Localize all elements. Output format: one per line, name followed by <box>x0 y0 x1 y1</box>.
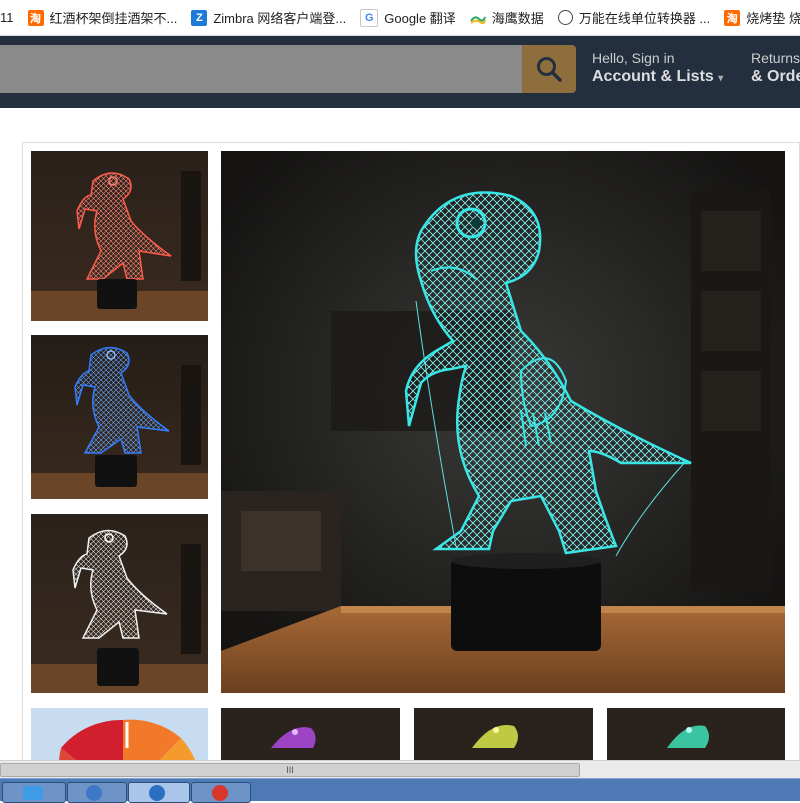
scrollbar-grip: III <box>286 765 294 775</box>
gallery-thumbnail-color-wheel[interactable] <box>31 708 208 760</box>
account-lists-row: Account & Lists ▾ <box>592 67 723 89</box>
bookmark-item[interactable]: G Google 翻译 <box>354 0 464 35</box>
gallery-thumbnail-purple[interactable] <box>221 708 400 760</box>
search-icon <box>537 57 562 82</box>
returns-line2: & Orders <box>751 68 800 85</box>
account-greeting: Hello, Sign in <box>592 50 675 66</box>
google-translate-icon: G <box>360 8 379 27</box>
account-label: Account & Lists <box>592 68 714 85</box>
bookmark-label: 海鹰数据 <box>491 11 544 26</box>
gallery-thumbnail-teal[interactable] <box>607 708 785 760</box>
taobao-icon: 淘 <box>27 9 44 26</box>
caret-down-icon: ▾ <box>718 73 724 84</box>
search-input[interactable] <box>0 45 522 93</box>
gallery-thumbnail-yellow[interactable] <box>414 708 593 760</box>
bookmark-item[interactable]: 海鹰数据 <box>464 0 552 35</box>
bookmark-item[interactable]: 11 <box>0 0 22 35</box>
horizontal-scrollbar[interactable]: III <box>0 760 800 778</box>
bookmark-label: 11 <box>0 10 14 25</box>
seaeagle-icon <box>469 9 486 26</box>
bookmark-label: 万能在线单位转换器 ... <box>578 11 711 26</box>
gallery-thumbnail-blue[interactable] <box>31 335 208 499</box>
gallery-thumbnail-red[interactable] <box>31 151 208 321</box>
bookmark-label: Zimbra 网络客户端登... <box>213 11 347 26</box>
bookmarks-bar: 11 淘 红酒杯架倒挂酒架不... Z Zimbra 网络客户端登... G G… <box>0 0 800 36</box>
app-icon <box>23 786 43 800</box>
bookmark-item[interactable]: Z Zimbra 网络客户端登... <box>185 0 354 35</box>
browser-icon <box>86 785 102 801</box>
bookmark-item[interactable]: 淘 红酒杯架倒挂酒架不... <box>22 0 186 35</box>
taskbar <box>0 778 800 803</box>
zimbra-icon: Z <box>191 9 208 26</box>
taobao-icon: 淘 <box>724 9 741 26</box>
account-menu[interactable]: Hello, Sign in Account & Lists ▾ <box>592 50 723 89</box>
bookmark-label: 烧烤垫 烧烤网格垫 <box>746 11 800 26</box>
bookmark-label: 红酒杯架倒挂酒架不... <box>49 11 178 26</box>
gallery-thumbnail-white[interactable] <box>31 514 208 693</box>
returns-orders-link[interactable]: Returns & Orders <box>751 50 800 87</box>
search-button[interactable] <box>522 45 576 93</box>
returns-line1: Returns <box>751 50 800 66</box>
bookmark-item[interactable]: 万能在线单位转换器 ... <box>552 0 718 35</box>
bookmark-label: Google 翻译 <box>384 11 456 26</box>
scrollbar-thumb[interactable]: III <box>0 763 580 777</box>
globe-icon <box>557 10 573 25</box>
main-product-image[interactable] <box>221 151 785 693</box>
chrome-icon <box>212 785 228 801</box>
bookmark-item[interactable]: 淘 烧烤垫 烧烤网格垫 <box>718 0 800 35</box>
app-icon <box>149 785 165 801</box>
site-header: Hello, Sign in Account & Lists ▾ Returns… <box>0 36 800 108</box>
